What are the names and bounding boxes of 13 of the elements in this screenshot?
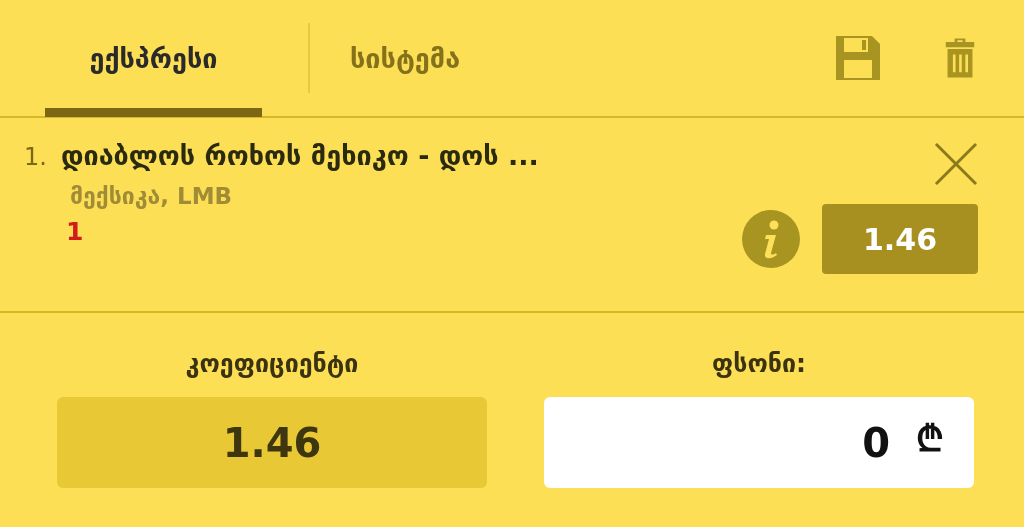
odds-label: კოეფიციენტი (185, 347, 359, 380)
currency-symbol: ₾ (916, 421, 944, 457)
total-odds: 1.46 (57, 397, 487, 488)
event-name: დიაბლოს როხოს მეხიკო - დოს ... (60, 140, 539, 171)
tab[interactable]: ექსპრესი (45, 0, 262, 117)
info-icon[interactable] (742, 210, 800, 268)
save-icon[interactable] (834, 34, 882, 82)
close-icon[interactable] (934, 142, 978, 186)
tab[interactable]: სისტემა (350, 0, 461, 117)
outcome-label: 1 (66, 217, 85, 246)
bet-number: 1. (24, 143, 47, 171)
league-name: მექსიკა, LMB (70, 183, 234, 209)
stake-label: ფსონი: (711, 347, 807, 380)
